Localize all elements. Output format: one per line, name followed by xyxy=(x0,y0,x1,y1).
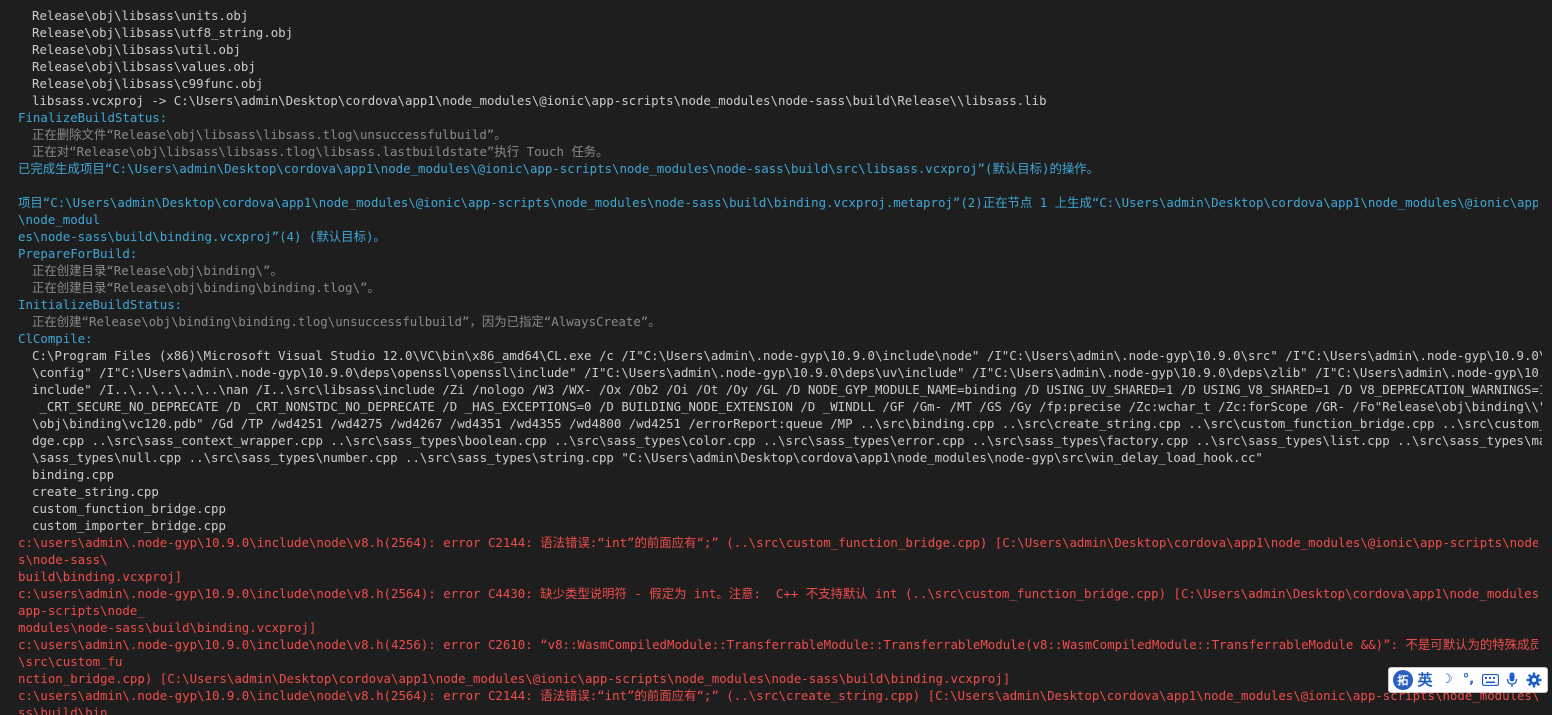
output-line: 正在创建目录“Release\obj\binding\”。 xyxy=(32,263,283,278)
output-line: binding.cpp xyxy=(32,467,115,482)
error-line: app-scripts\node_ xyxy=(18,603,145,618)
moon-icon[interactable]: ☽ xyxy=(1437,670,1456,690)
output-line: Release\obj\libsass\utf8_string.obj xyxy=(32,25,294,40)
output-line: 项目“C:\Users\admin\Desktop\cordova\app1\n… xyxy=(18,195,1538,210)
keyboard-icon[interactable] xyxy=(1481,674,1500,686)
error-line: nction_bridge.cpp) [C:\Users\admin\Deskt… xyxy=(18,671,1011,686)
error-line: c:\users\admin\.node-gyp\10.9.0\include\… xyxy=(18,637,1538,652)
ime-toolbar[interactable]: 拓 英 ☽ °, xyxy=(1388,667,1548,693)
output-line: \config" /I"C:\Users\admin\.node-gyp\10.… xyxy=(32,365,1542,380)
error-line: modules\node-sass\build\binding.vcxproj] xyxy=(18,620,317,635)
output-line: C:\Program Files (x86)\Microsoft Visual … xyxy=(32,348,1542,363)
output-line: create_string.cpp xyxy=(32,484,159,499)
output-line: \node_modul xyxy=(18,212,101,227)
output-line: 正在删除文件“Release\obj\libsass\libsass.tlog\… xyxy=(32,127,507,142)
microphone-icon[interactable] xyxy=(1503,672,1522,688)
output-line: _CRT_SECURE_NO_DEPRECATE /D _CRT_NONSTDC… xyxy=(32,399,1542,414)
output-line: Release\obj\libsass\units.obj xyxy=(32,8,249,23)
gear-icon[interactable] xyxy=(1524,672,1543,688)
error-line: c:\users\admin\.node-gyp\10.9.0\include\… xyxy=(18,688,1538,703)
output-line: 正在创建目录“Release\obj\binding\binding.tlog\… xyxy=(32,280,380,295)
output-line: PrepareForBuild: xyxy=(18,246,138,261)
ime-mode-toggle[interactable]: 英 xyxy=(1416,670,1435,690)
ime-logo[interactable]: 拓 xyxy=(1393,670,1413,690)
output-line: ClCompile: xyxy=(18,331,93,346)
output-line: InitializeBuildStatus: xyxy=(18,297,183,312)
error-line: \src\custom_fu xyxy=(18,654,123,669)
error-line: c:\users\admin\.node-gyp\10.9.0\include\… xyxy=(18,535,1538,550)
error-line: ss\build\bin xyxy=(18,705,108,715)
error-line: build\binding.vcxproj] xyxy=(18,569,183,584)
output-line: \sass_types\null.cpp ..\src\sass_types\n… xyxy=(32,450,1263,465)
output-line: Release\obj\libsass\util.obj xyxy=(32,42,241,57)
output-line: custom_function_bridge.cpp xyxy=(32,501,226,516)
output-line: FinalizeBuildStatus: xyxy=(18,110,168,125)
output-line: 正在对“Release\obj\libsass\libsass.tlog\lib… xyxy=(32,144,609,159)
error-line: c:\users\admin\.node-gyp\10.9.0\include\… xyxy=(18,586,1538,601)
punctuation-toggle[interactable]: °, xyxy=(1459,670,1478,690)
terminal-output[interactable]: Release\obj\libsass\units.obj Release\obj… xyxy=(0,0,1552,715)
output-line: dge.cpp ..\src\sass_context_wrapper.cpp … xyxy=(32,433,1542,448)
output-line: Release\obj\libsass\c99func.obj xyxy=(32,76,264,91)
output-line: libsass.vcxproj -> C:\Users\admin\Deskto… xyxy=(32,93,1047,108)
output-line: custom_importer_bridge.cpp xyxy=(32,518,226,533)
output-line: es\node-sass\build\binding.vcxproj”(4) (… xyxy=(18,229,386,244)
output-line: include" /I..\..\..\..\..\nan /I..\src\l… xyxy=(32,382,1542,397)
output-line: 正在创建“Release\obj\binding\binding.tlog\un… xyxy=(32,314,661,329)
error-line: s\node-sass\ xyxy=(18,552,108,567)
output-line: 已完成生成项目“C:\Users\admin\Desktop\cordova\a… xyxy=(18,161,1100,176)
output-line: \obj\binding\vc120.pdb" /Gd /TP /wd4251 … xyxy=(32,416,1542,431)
output-line: Release\obj\libsass\values.obj xyxy=(32,59,256,74)
